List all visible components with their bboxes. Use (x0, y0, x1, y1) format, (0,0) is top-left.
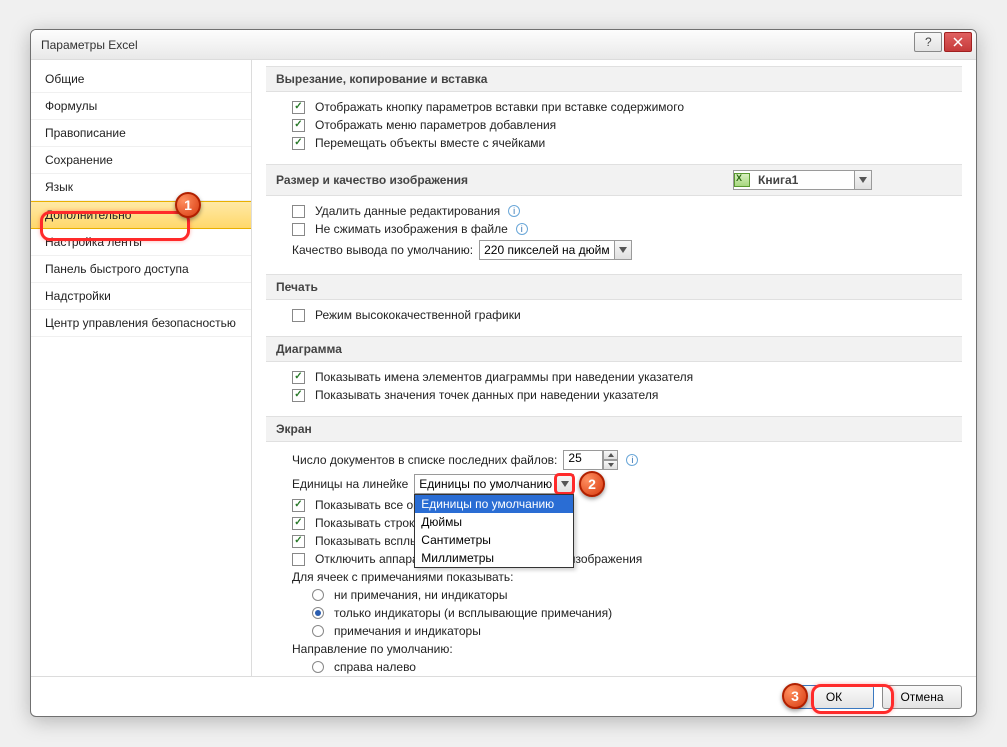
label-cell-comments: Для ячеек с примечаниями показывать: (292, 570, 514, 584)
checkbox-chart-elem-names[interactable] (292, 371, 305, 384)
checkbox-high-quality[interactable] (292, 309, 305, 322)
info-icon: i (508, 205, 520, 217)
checkbox-paste-options[interactable] (292, 101, 305, 114)
chevron-down-icon[interactable] (614, 241, 631, 259)
radio-only-indicators[interactable] (312, 607, 324, 619)
quality-value: 220 пикселей на дюйм (480, 243, 614, 257)
checkbox-show-all-windows[interactable] (292, 499, 305, 512)
label-no-comments: ни примечания, ни индикаторы (334, 588, 507, 602)
chevron-down-icon[interactable] (556, 475, 573, 493)
checkbox-show-tooltips[interactable] (292, 535, 305, 548)
radio-right-to-left[interactable] (312, 661, 324, 673)
sidebar-item-formulas[interactable]: Формулы (31, 93, 251, 120)
label-right-to-left: справа налево (334, 660, 416, 674)
checkbox-no-compress[interactable] (292, 223, 305, 236)
label-recent-docs: Число документов в списке последних файл… (292, 453, 557, 467)
recent-docs-input[interactable]: 25 (563, 450, 603, 470)
ruler-units-dropdown[interactable]: Единицы по умолчанию Дюймы Сантиметры Ми… (414, 494, 574, 568)
label-default-direction: Направление по умолчанию: (292, 642, 453, 656)
svg-text:?: ? (925, 36, 932, 48)
section-print: Печать (266, 274, 962, 300)
ruler-units-combo[interactable]: Единицы по умолчанию (414, 474, 574, 494)
label-only-indicators: только индикаторы (и всплывающие примеча… (334, 606, 612, 620)
options-dialog: Параметры Excel ? Общие Формулы Правопис… (30, 29, 977, 717)
sidebar-item-addins[interactable]: Надстройки (31, 283, 251, 310)
label-no-compress: Не сжимать изображения в файле (315, 222, 508, 236)
dropdown-option-millimeters[interactable]: Миллиметры (415, 549, 573, 567)
close-button[interactable] (944, 32, 972, 52)
info-icon: i (626, 454, 638, 466)
radio-no-comments[interactable] (312, 589, 324, 601)
label-paste-options: Отображать кнопку параметров вставки при… (315, 100, 684, 114)
checkbox-disable-hw-accel[interactable] (292, 553, 305, 566)
sidebar-item-save[interactable]: Сохранение (31, 147, 251, 174)
ruler-units-value: Единицы по умолчанию (415, 477, 556, 491)
cancel-button[interactable]: Отмена (882, 685, 962, 709)
label-chart-elem-names: Показывать имена элементов диаграммы при… (315, 370, 693, 384)
image-workbook-value: Книга1 (754, 173, 854, 187)
radio-comments-and-indicators[interactable] (312, 625, 324, 637)
quality-combo[interactable]: 220 пикселей на дюйм (479, 240, 632, 260)
label-quality: Качество вывода по умолчанию: (292, 243, 473, 257)
image-workbook-combo[interactable]: Книга1 (733, 170, 872, 190)
sidebar-item-general[interactable]: Общие (31, 66, 251, 93)
label-delete-edit-data: Удалить данные редактирования (315, 204, 500, 218)
label-move-objects: Перемещать объекты вместе с ячейками (315, 136, 545, 150)
info-icon: i (516, 223, 528, 235)
window-title: Параметры Excel (41, 38, 138, 52)
chevron-down-icon[interactable] (854, 171, 871, 189)
spinner-up[interactable] (603, 450, 618, 460)
category-sidebar: Общие Формулы Правописание Сохранение Яз… (31, 60, 252, 676)
section-cut-copy-paste: Вырезание, копирование и вставка (266, 66, 962, 92)
label-comments-and-indicators: примечания и индикаторы (334, 624, 481, 638)
excel-icon (734, 173, 750, 187)
checkbox-insert-options[interactable] (292, 119, 305, 132)
section-screen: Экран (266, 416, 962, 442)
section-image-quality: Размер и качество изображения Книга1 (266, 164, 962, 196)
checkbox-move-objects[interactable] (292, 137, 305, 150)
dropdown-option-inches[interactable]: Дюймы (415, 513, 573, 531)
sidebar-item-proofing[interactable]: Правописание (31, 120, 251, 147)
checkbox-delete-edit-data[interactable] (292, 205, 305, 218)
options-content: Вырезание, копирование и вставка Отображ… (252, 60, 976, 676)
section-chart: Диаграмма (266, 336, 962, 362)
sidebar-item-advanced[interactable]: Дополнительно (31, 201, 251, 229)
dialog-footer: ОК Отмена (31, 676, 976, 716)
label-chart-point-values: Показывать значения точек данных при нав… (315, 388, 658, 402)
label-show-all-windows: Показывать все окн (315, 498, 425, 512)
label-show-formula-bar: Показывать строку (315, 516, 420, 530)
titlebar: Параметры Excel ? (31, 30, 976, 60)
checkbox-chart-point-values[interactable] (292, 389, 305, 402)
ok-button[interactable]: ОК (794, 685, 874, 709)
sidebar-item-trust-center[interactable]: Центр управления безопасностью (31, 310, 251, 337)
sidebar-item-quick-access[interactable]: Панель быстрого доступа (31, 256, 251, 283)
label-high-quality: Режим высококачественной графики (315, 308, 521, 322)
dropdown-option-default[interactable]: Единицы по умолчанию (415, 495, 573, 513)
dropdown-option-centimeters[interactable]: Сантиметры (415, 531, 573, 549)
sidebar-item-language[interactable]: Язык (31, 174, 251, 201)
help-button[interactable]: ? (914, 32, 942, 52)
spinner-down[interactable] (603, 460, 618, 470)
label-insert-options: Отображать меню параметров добавления (315, 118, 556, 132)
sidebar-item-ribbon[interactable]: Настройка ленты (31, 229, 251, 256)
checkbox-show-formula-bar[interactable] (292, 517, 305, 530)
label-show-tooltips: Показывать всплы (315, 534, 419, 548)
section-image-quality-label: Размер и качество изображения (276, 173, 468, 187)
label-ruler-units: Единицы на линейке (292, 477, 408, 491)
